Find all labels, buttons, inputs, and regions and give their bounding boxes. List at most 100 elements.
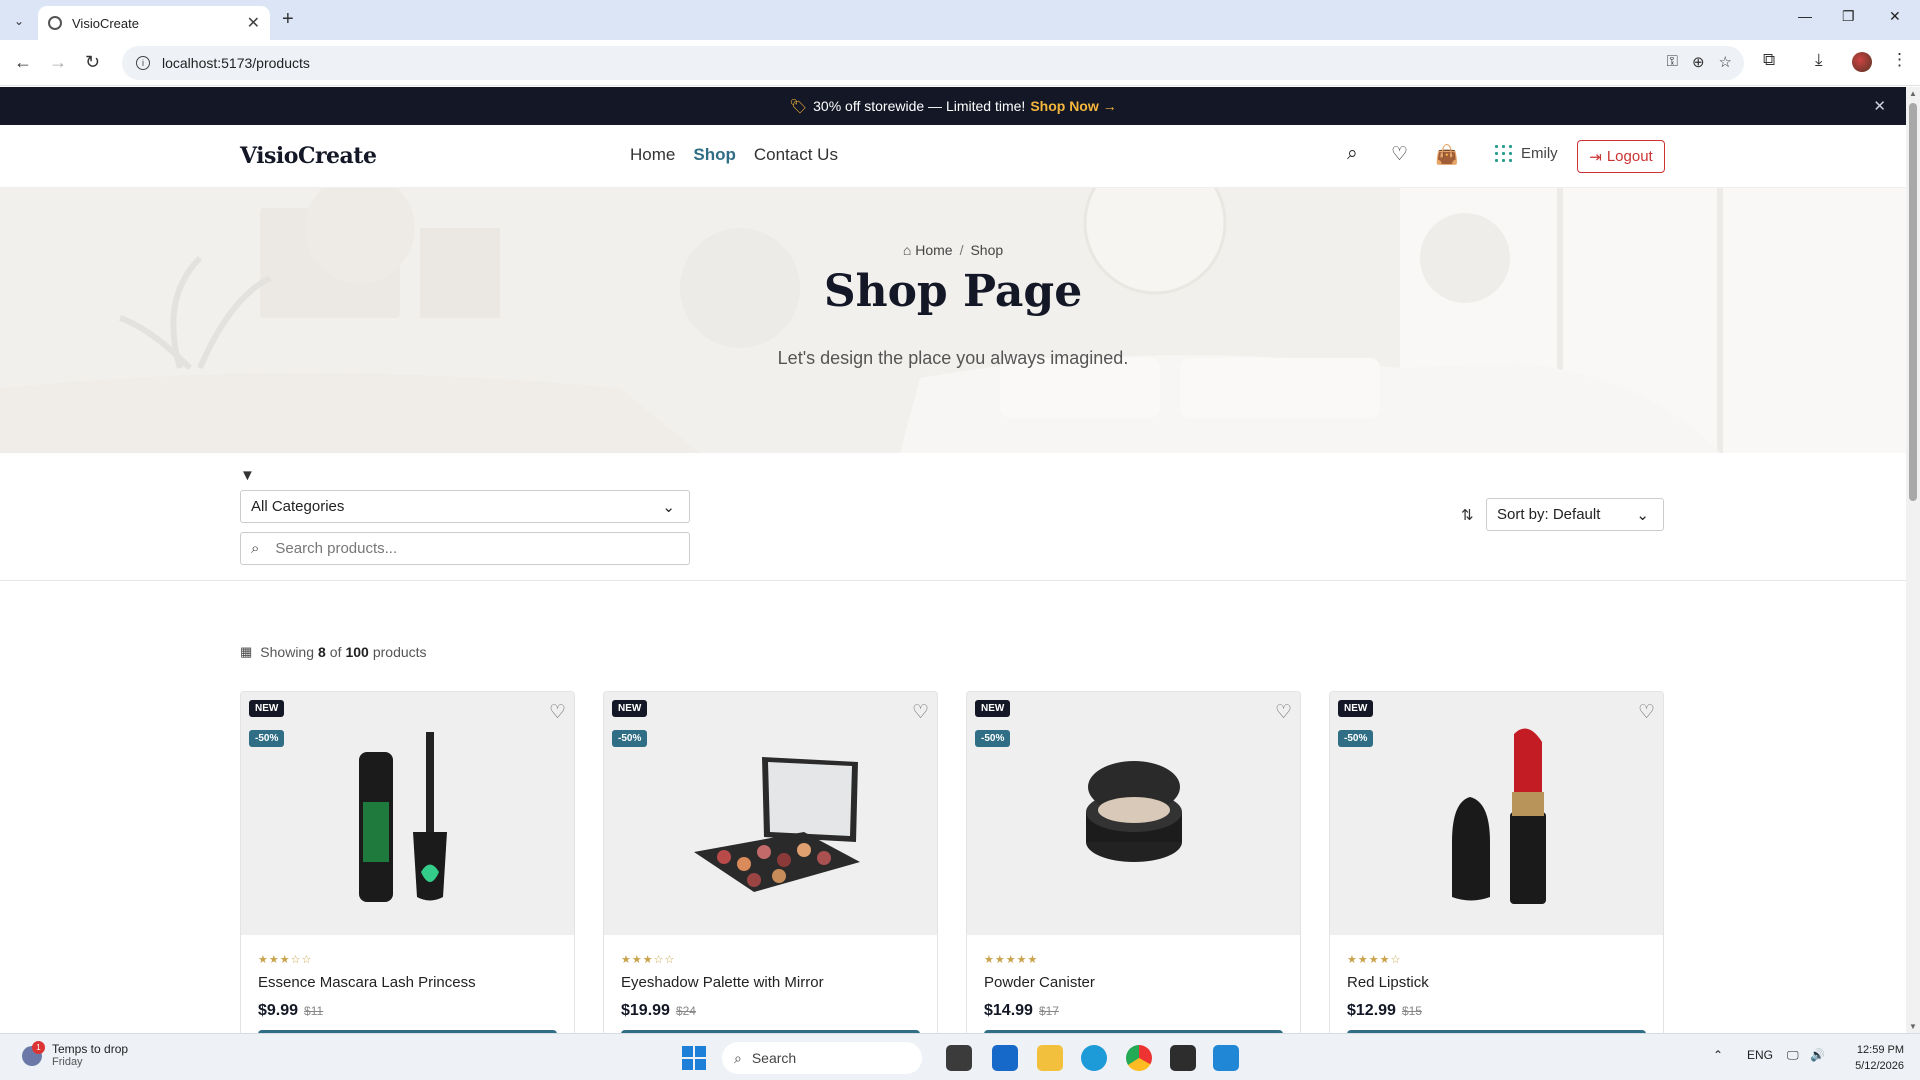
results-middle: of [329, 644, 342, 660]
product-name[interactable]: Powder Canister [984, 974, 1095, 991]
page-title: Shop Page [823, 266, 1083, 317]
price-current: $9.99 [258, 1002, 299, 1019]
back-icon[interactable]: ← [14, 52, 32, 73]
logout-button[interactable]: ⇥ Logout [1577, 140, 1665, 173]
system-clock[interactable]: 12:59 PM 5/12/2026 [1832, 1042, 1904, 1074]
chrome-icon[interactable] [1126, 1045, 1152, 1071]
search-icon[interactable]: ⌕ [1347, 143, 1358, 165]
product-image[interactable] [241, 692, 574, 935]
main-nav: Home Shop Contact Us [630, 145, 838, 165]
category-select[interactable]: All Categories ⌄ [240, 490, 690, 523]
scroll-down-arrow[interactable]: ▼ [1909, 1022, 1917, 1031]
rating-stars: ★★★☆☆ [621, 954, 676, 966]
results-prefix: Showing [260, 644, 314, 660]
powder-canister-image [1086, 761, 1182, 862]
category-value: All Categories [251, 498, 345, 515]
product-card[interactable]: NEW -50% ♡ ★★★★☆ Red Lipstick $12.99 $15 [1329, 691, 1664, 1033]
product-image[interactable] [604, 692, 937, 935]
browser-menu-icon[interactable]: ⋮ [1891, 50, 1908, 70]
new-badge: NEW [249, 700, 285, 717]
product-image[interactable] [967, 692, 1300, 935]
hero-banner: ⌂ Home / Shop Shop Page Let's design the p… [0, 188, 1906, 453]
price-old: $24 [675, 1004, 696, 1018]
brand-logo[interactable]: VisioCreate [240, 143, 377, 169]
network-icon[interactable]: 🖵 [1787, 1048, 1799, 1063]
user-name: Emily [1521, 144, 1558, 162]
profile-avatar[interactable] [1852, 52, 1872, 72]
product-card[interactable]: NEW -50% ♡ ★★★☆☆ Eyeshadow Palette with … [603, 691, 938, 1033]
vscode-icon[interactable] [1213, 1045, 1239, 1071]
rating-stars: ★★★★☆ [1347, 954, 1402, 966]
hero-overlay [0, 188, 1906, 453]
results-total: 100 [345, 644, 369, 660]
product-card[interactable]: NEW -50% ♡ ★★★☆☆ Essence Mascara Lash Pr… [240, 691, 575, 1033]
nav-contact[interactable]: Contact Us [754, 145, 838, 165]
windows-start-icon[interactable] [682, 1046, 706, 1070]
eyeshadow-palette-image [694, 757, 860, 892]
language-indicator[interactable]: ENG [1747, 1048, 1773, 1062]
product-price: $19.99 $24 [621, 1002, 696, 1020]
product-image[interactable] [1330, 692, 1663, 935]
zoom-icon[interactable]: ⊕ [1692, 53, 1705, 71]
wishlist-heart-icon[interactable]: ♡ [912, 701, 929, 724]
sort-icon: ⇅ [1461, 507, 1474, 524]
taskbar-search[interactable]: ⌕ Search [722, 1042, 922, 1074]
wishlist-heart-icon[interactable]: ♡ [1275, 701, 1292, 724]
browser-tab-strip: ⌄ VisioCreate ✕ + — ❐ ✕ [0, 0, 1920, 40]
volume-icon[interactable]: 🔊 [1810, 1048, 1825, 1062]
url-field[interactable]: i localhost:5173/products ⚿ ⊕ ☆ [122, 46, 1744, 80]
extensions-icon[interactable]: ⧉ [1763, 50, 1775, 70]
product-search-input[interactable]: ⌕ Search products... [240, 532, 690, 565]
file-explorer-icon[interactable] [1037, 1045, 1063, 1071]
tab-search-button[interactable]: ⌄ [8, 10, 30, 32]
edge-icon[interactable] [1081, 1045, 1107, 1071]
window-close-button[interactable]: ✕ [1889, 8, 1901, 25]
minimize-button[interactable]: — [1798, 8, 1812, 24]
clock-date: 5/12/2026 [1855, 1060, 1904, 1072]
restore-button[interactable]: ❐ [1842, 8, 1855, 25]
page-scrollbar[interactable]: ▲ ▼ [1906, 87, 1920, 1033]
wishlist-heart-icon[interactable]: ♡ [1638, 701, 1655, 724]
breadcrumb-home[interactable]: Home [915, 242, 952, 258]
search-placeholder: Search products... [275, 540, 398, 557]
terminal-icon[interactable] [1170, 1045, 1196, 1071]
user-menu[interactable]: Emily [1493, 143, 1558, 163]
site-info-icon[interactable]: i [136, 56, 150, 70]
outlook-icon[interactable] [992, 1045, 1018, 1071]
product-price: $12.99 $15 [1347, 1002, 1422, 1020]
filter-bar: ▼ All Categories ⌄ ⌕ Search products... … [0, 453, 1906, 581]
shop-now-link[interactable]: Shop Now → [1030, 98, 1116, 114]
tab-close-icon[interactable]: ✕ [247, 13, 260, 33]
discount-badge: -50% [249, 730, 285, 747]
sort-select[interactable]: Sort by: Default ⌄ [1486, 498, 1664, 531]
weather-widget[interactable]: 1 Temps to drop Friday [22, 1041, 129, 1068]
weather-title: Temps to drop [52, 1042, 129, 1056]
taskbar-search-label: Search [751, 1050, 797, 1066]
bookmark-star-icon[interactable]: ☆ [1719, 53, 1732, 71]
task-view-icon[interactable] [946, 1045, 972, 1071]
announcement-close-icon[interactable]: ✕ [1873, 97, 1886, 115]
reload-icon[interactable]: ↻ [85, 52, 100, 73]
tag-icon: 🏷 [789, 97, 808, 114]
forward-icon[interactable]: → [49, 52, 67, 73]
new-tab-button[interactable]: + [282, 8, 294, 31]
product-name[interactable]: Red Lipstick [1347, 974, 1429, 991]
downloads-icon[interactable]: ⤓ [1815, 50, 1823, 70]
wishlist-heart-icon[interactable]: ♡ [549, 701, 566, 724]
scrollbar-thumb[interactable] [1909, 103, 1917, 501]
wishlist-heart-icon[interactable]: ♡ [1391, 143, 1408, 166]
product-card[interactable]: NEW -50% ♡ ★★★★★ Powder Canister $14.99 $… [966, 691, 1301, 1033]
shopping-bag-icon[interactable]: 👜 [1435, 143, 1459, 167]
scroll-up-arrow[interactable]: ▲ [1909, 89, 1917, 98]
address-bar-row: ← → ↻ i localhost:5173/products ⚿ ⊕ ☆ ⧉ … [0, 40, 1920, 86]
product-name[interactable]: Essence Mascara Lash Princess [258, 974, 476, 991]
nav-home[interactable]: Home [630, 145, 675, 165]
browser-tab[interactable]: VisioCreate ✕ [38, 6, 270, 40]
password-key-icon[interactable]: ⚿ [1667, 53, 1678, 71]
nav-shop[interactable]: Shop [693, 145, 736, 165]
tray-overflow-icon[interactable]: ⌃ [1713, 1048, 1723, 1062]
product-name[interactable]: Eyeshadow Palette with Mirror [621, 974, 824, 991]
search-icon: ⌕ [251, 540, 260, 557]
breadcrumb-separator: / [959, 242, 964, 258]
product-price: $9.99 $11 [258, 1002, 323, 1020]
